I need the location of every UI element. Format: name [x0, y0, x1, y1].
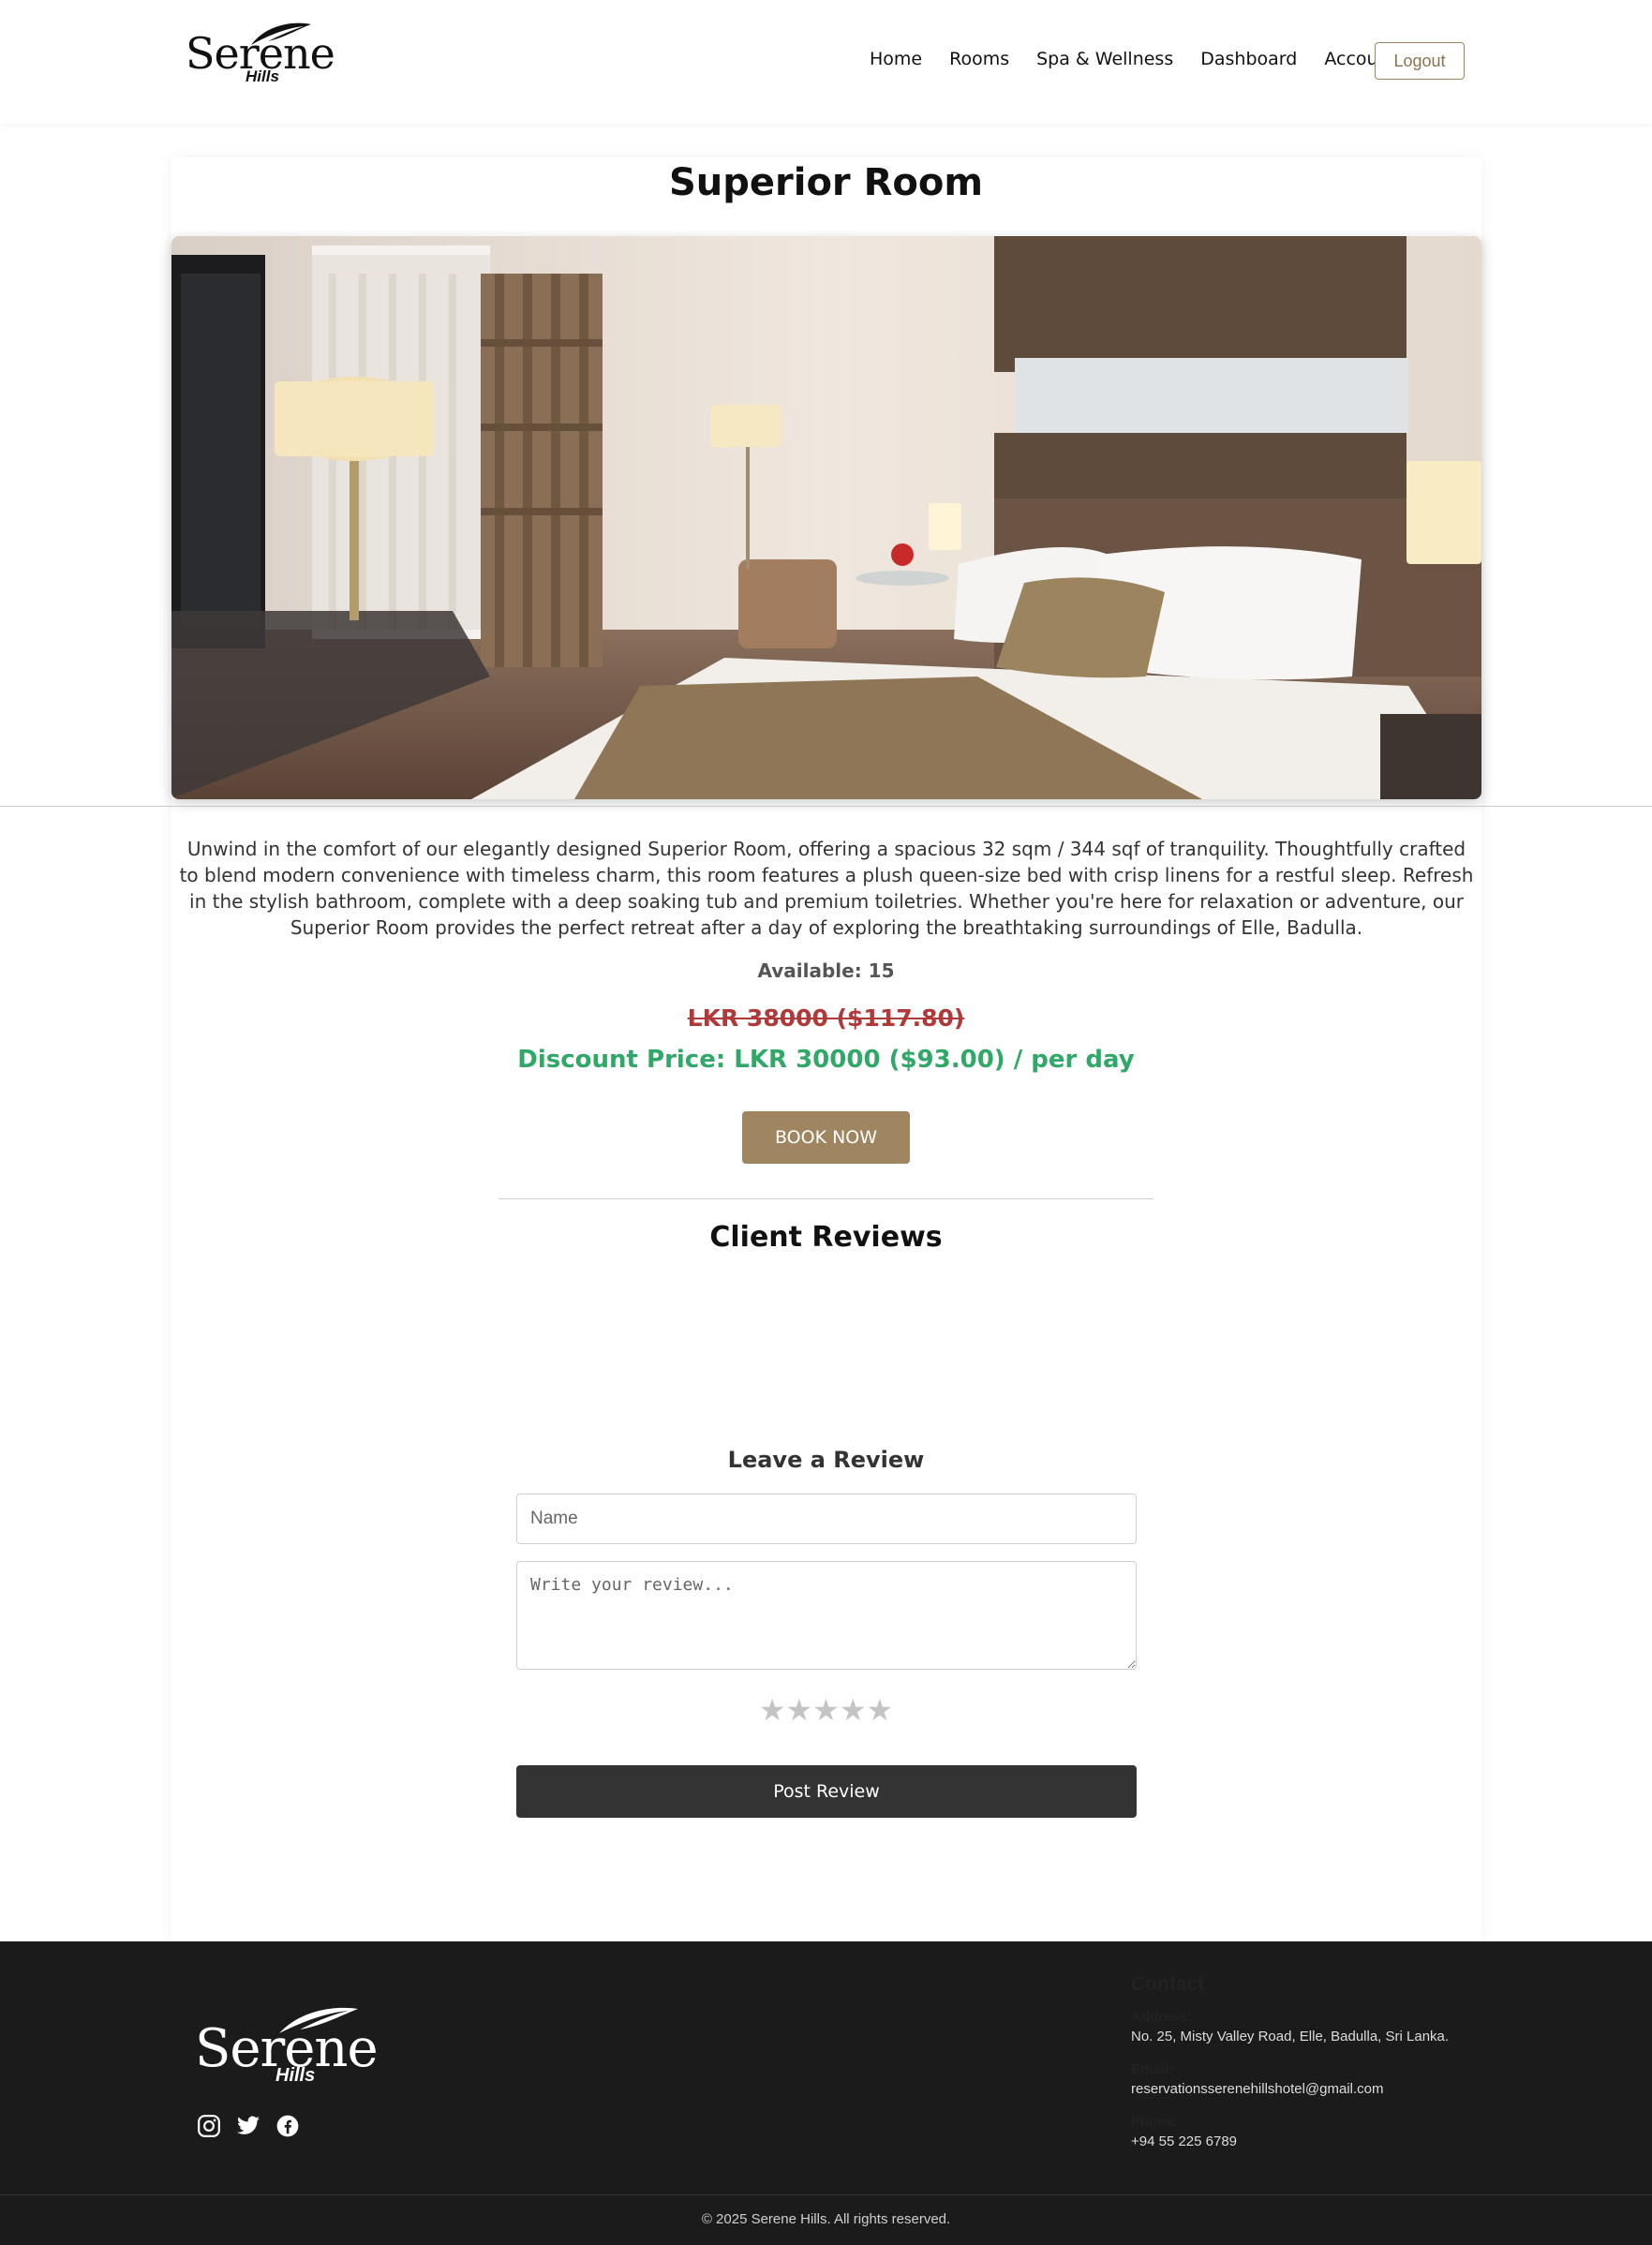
book-now-button[interactable]: BOOK NOW [742, 1111, 910, 1164]
divider-line [0, 806, 1652, 807]
star-2-icon[interactable]: ★ [785, 1692, 812, 1728]
discount-price: Discount Price: LKR 30000 ($93.00) / per… [517, 1046, 1135, 1074]
footer-divider [0, 2194, 1652, 2195]
review-textarea[interactable] [516, 1561, 1137, 1670]
reviews-divider [499, 1198, 1153, 1199]
star-4-icon[interactable]: ★ [840, 1692, 867, 1728]
leave-review-heading: Leave a Review [727, 1447, 925, 1473]
contact-section: Contact Address: No. 25, Misty Valley Ro… [1131, 1973, 1487, 2166]
phone-value[interactable]: +94 55 225 6789 [1131, 2133, 1487, 2149]
star-rating: ★★★★★ [0, 1692, 1652, 1728]
twitter-icon[interactable] [236, 2114, 260, 2138]
site-logo[interactable]: Serene Hills [186, 21, 335, 88]
client-reviews-heading: Client Reviews [709, 1221, 943, 1254]
nav-rooms[interactable]: Rooms [949, 49, 1009, 69]
room-title: Superior Room [668, 161, 984, 204]
social-links [197, 2114, 300, 2138]
address-label: Address: [1131, 2009, 1193, 2025]
nav-spa-wellness[interactable]: Spa & Wellness [1036, 49, 1173, 69]
nav-home[interactable]: Home [870, 49, 922, 69]
site-header: Serene Hills Home Rooms Spa & Wellness D… [0, 0, 1652, 124]
footer-logo-sub: Hills [275, 2065, 316, 2086]
instagram-icon[interactable] [197, 2114, 221, 2138]
original-price: LKR 38000 ($117.80) [687, 1004, 965, 1032]
email-value[interactable]: reservationsserenehillshotel@gmail.com [1131, 2081, 1487, 2097]
address-value: No. 25, Misty Valley Road, Elle, Badulla… [1131, 2029, 1450, 2044]
name-input[interactable] [516, 1494, 1137, 1544]
copyright: © 2025 Serene Hills. All rights reserved… [701, 2211, 951, 2227]
post-review-button[interactable]: Post Review [516, 1765, 1137, 1818]
room-photo-image [171, 236, 1481, 799]
room-photo [171, 236, 1481, 799]
room-description: Unwind in the comfort of our elegantly d… [179, 838, 1474, 939]
star-1-icon[interactable]: ★ [759, 1692, 786, 1728]
star-3-icon[interactable]: ★ [812, 1692, 840, 1728]
email-label: Email: [1131, 2061, 1174, 2077]
availability: Available: 15 [757, 959, 895, 982]
logo-sub: Hills [246, 67, 279, 85]
logout-button[interactable]: Logout [1375, 42, 1465, 80]
contact-heading: Contact [1131, 1973, 1205, 1995]
nav-dashboard[interactable]: Dashboard [1200, 49, 1297, 69]
main-nav: Home Rooms Spa & Wellness Dashboard Acco… [870, 49, 1423, 69]
star-5-icon[interactable]: ★ [867, 1692, 894, 1728]
facebook-icon[interactable] [275, 2114, 300, 2138]
footer-logo[interactable]: Serene Hills [195, 2005, 379, 2088]
phone-label: Phone: [1131, 2114, 1179, 2130]
